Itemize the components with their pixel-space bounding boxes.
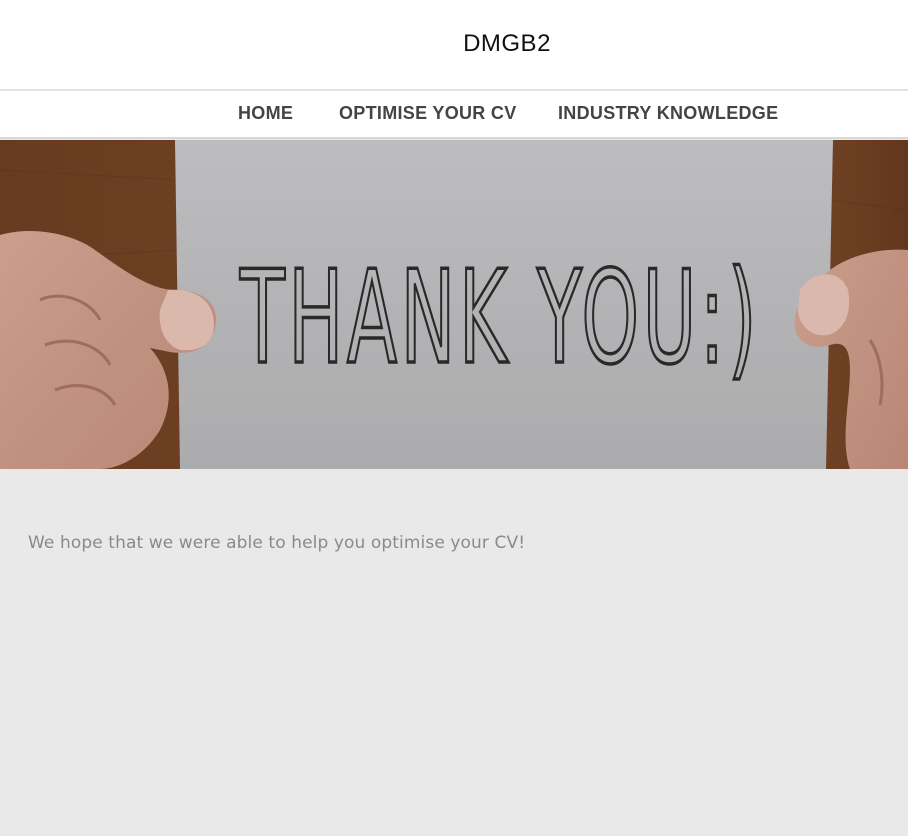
nav-item-optimise-your-cv[interactable]: OPTIMISE YOUR CV: [339, 103, 517, 124]
nav-item-home[interactable]: HOME: [238, 103, 293, 124]
main-nav: HOME OPTIMISE YOUR CV INDUSTRY KNOWLEDGE: [0, 91, 908, 139]
hero-banner: THANK YOU:): [0, 140, 908, 469]
nav-item-industry-knowledge[interactable]: INDUSTRY KNOWLEDGE: [558, 103, 778, 124]
nav-list: HOME OPTIMISE YOUR CV INDUSTRY KNOWLEDGE: [0, 91, 908, 137]
site-header: DMGB2: [0, 0, 908, 91]
thank-you-message: We hope that we were able to help you op…: [28, 533, 526, 553]
hero-image: THANK YOU:): [0, 140, 908, 469]
site-title[interactable]: DMGB2: [0, 30, 908, 58]
main-content: We hope that we were able to help you op…: [0, 469, 908, 836]
